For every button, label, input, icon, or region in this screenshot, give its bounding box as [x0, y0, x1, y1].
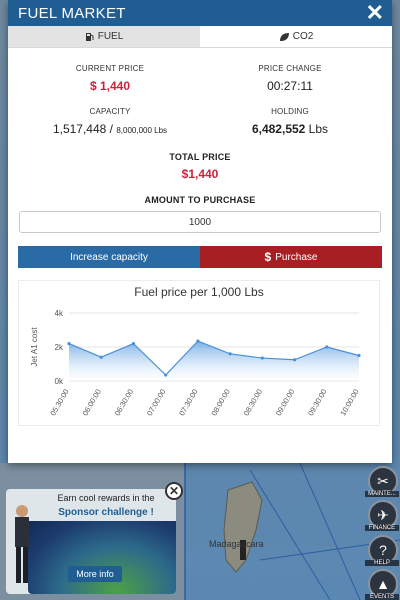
x-tick-label: 07:00:00 [145, 388, 167, 418]
data-point [357, 353, 361, 358]
y-tick-label: 2k [55, 343, 64, 352]
total-price-value: $1,440 [181, 167, 219, 181]
modal-header: FUEL MARKET ✕ [8, 0, 392, 26]
data-point [260, 356, 264, 360]
increase-capacity-button[interactable]: Increase capacity [18, 246, 200, 268]
holding-amount: 6,482,552 [251, 122, 306, 136]
capacity-max: 8,000,000 Lbs [116, 126, 168, 135]
capacity-value: 1,517,448 / 8,000,000 Lbs [20, 122, 200, 136]
y-axis-label: Jet A1 cost [30, 327, 39, 367]
price-change-label: PRICE CHANGE [258, 64, 322, 73]
finance-icon: ✈ [377, 506, 389, 523]
wrench-icon: ✂ [377, 472, 389, 489]
total-price-block: TOTAL PRICE $1,440 [8, 136, 392, 181]
x-tick-label: 09:00:00 [274, 388, 296, 418]
tab-co2-label: CO2 [292, 31, 314, 42]
x-tick-label: 06:30:00 [113, 388, 135, 418]
amount-input[interactable] [19, 211, 381, 233]
y-tick-label: 0k [55, 377, 64, 386]
current-price-label: CURRENT PRICE [75, 64, 145, 73]
x-tick-label: 05:30:00 [48, 388, 70, 418]
globe-image [28, 521, 176, 594]
finance-label: FINANCE [365, 525, 399, 531]
modal-title: FUEL MARKET [18, 4, 126, 22]
data-point [292, 358, 297, 362]
price-change-timer: 00:27:11 [267, 79, 313, 93]
sponsor-widget: Earn cool rewards in the Sponsor challen… [6, 489, 176, 594]
sponsor-close-icon[interactable]: ✕ [165, 482, 183, 500]
maintenance-label: MAINTE... [365, 491, 399, 497]
pilot-figure-icon [15, 505, 29, 583]
x-tick-label: 08:00:00 [209, 388, 231, 418]
chart-title: Fuel price per 1,000 Lbs [134, 285, 264, 299]
tab-fuel-label: FUEL [97, 31, 124, 42]
help-label: HELP [365, 560, 399, 566]
events-icon: ▲ [376, 576, 390, 592]
sponsor-challenge-title: Sponsor challenge ! [58, 507, 154, 518]
x-tick-label: 10:00:00 [338, 388, 360, 418]
tab-bar: FUEL CO2 [8, 26, 392, 48]
current-price-block: CURRENT PRICE $ 1,440 [20, 64, 200, 93]
capacity-label: CAPACITY [89, 107, 131, 116]
fuel-market-modal: FUEL MARKET ✕ FUEL CO2 CURRENT PRICE $ 1… [8, 0, 392, 463]
x-tick-label: 09:30:00 [306, 388, 328, 418]
tab-co2[interactable]: CO2 [200, 26, 392, 47]
data-point [164, 373, 168, 377]
more-info-button[interactable]: More info [68, 566, 122, 582]
fuel-price-chart: Fuel price per 1,000 Lbs 0k 2k 4k Jet A1 co… [18, 280, 380, 426]
holding-unit: Lbs [305, 122, 329, 136]
price-info-grid: CURRENT PRICE $ 1,440 PRICE CHANGE 00:27… [8, 48, 392, 136]
current-price-value: $ 1,440 [89, 79, 131, 93]
data-point [131, 342, 136, 346]
purchase-label: Purchase [275, 251, 318, 263]
x-tick-label: 07:30:00 [177, 388, 199, 418]
data-point [325, 345, 329, 349]
amount-label: AMOUNT TO PURCHASE [144, 195, 256, 205]
total-price-label: TOTAL PRICE [169, 152, 231, 162]
holding-block: HOLDING 6,482,552 Lbs [200, 107, 380, 136]
holding-value: 6,482,552 Lbs [200, 122, 380, 136]
x-tick-label: 08:30:00 [242, 388, 264, 418]
capacity-current: 1,517,448 / [52, 122, 117, 136]
events-label: EVENTS [365, 594, 399, 600]
dollar-icon: $ [264, 250, 272, 264]
map-place-label: Madagascara [209, 539, 264, 549]
price-change-block: PRICE CHANGE 00:27:11 [200, 64, 380, 93]
amount-block: AMOUNT TO PURCHASE [8, 181, 392, 233]
chart-plot: 0k 2k 4k Jet A1 cost 05:30:00 06:00:00 06:30:0… [30, 309, 361, 418]
purchase-button[interactable]: $ Purchase [200, 246, 382, 268]
capacity-block: CAPACITY 1,517,448 / 8,000,000 Lbs [20, 107, 200, 136]
action-buttons: Increase capacity $ Purchase [18, 246, 382, 268]
leaf-icon [279, 32, 289, 41]
close-icon[interactable]: ✕ [366, 0, 384, 26]
fuel-pump-icon [85, 32, 94, 41]
holding-label: HOLDING [271, 107, 309, 116]
sponsor-text: Earn cool rewards in the [57, 493, 155, 503]
tab-fuel[interactable]: FUEL [8, 26, 200, 47]
x-tick-label: 06:00:00 [81, 388, 103, 418]
y-tick-label: 4k [55, 309, 64, 318]
data-point [67, 342, 71, 346]
data-point [196, 339, 200, 343]
data-point [99, 355, 103, 359]
help-icon: ? [379, 542, 387, 558]
data-point [228, 352, 232, 356]
